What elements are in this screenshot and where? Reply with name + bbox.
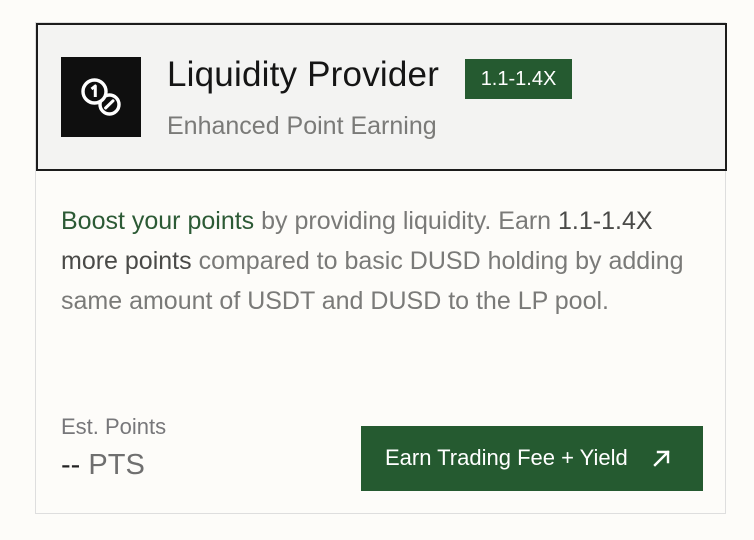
card-header: Liquidity Provider 1.1-1.4X Enhanced Poi…	[36, 23, 727, 171]
card-description: Boost your points by providing liquidity…	[61, 201, 701, 321]
arrow-up-right-icon	[653, 450, 670, 467]
card-subtitle: Enhanced Point Earning	[167, 112, 437, 140]
coin-swap-icon	[61, 57, 141, 137]
est-points-label: Est. Points	[61, 414, 167, 439]
description-highlight: Boost your points	[61, 207, 255, 235]
earn-trading-fee-button[interactable]: Earn Trading Fee + Yield	[361, 426, 703, 491]
card-title: Liquidity Provider	[167, 55, 440, 94]
description-text: by providing liquidity. Earn	[254, 207, 559, 235]
multiplier-badge: 1.1-1.4X	[465, 59, 572, 99]
earn-button-label: Earn Trading Fee + Yield	[385, 445, 628, 470]
est-points-value: -- PTS	[61, 449, 145, 482]
est-points-unit: PTS	[88, 449, 145, 481]
liquidity-provider-card: Liquidity Provider 1.1-1.4X Enhanced Poi…	[35, 22, 727, 514]
est-points-number: --	[61, 449, 81, 481]
